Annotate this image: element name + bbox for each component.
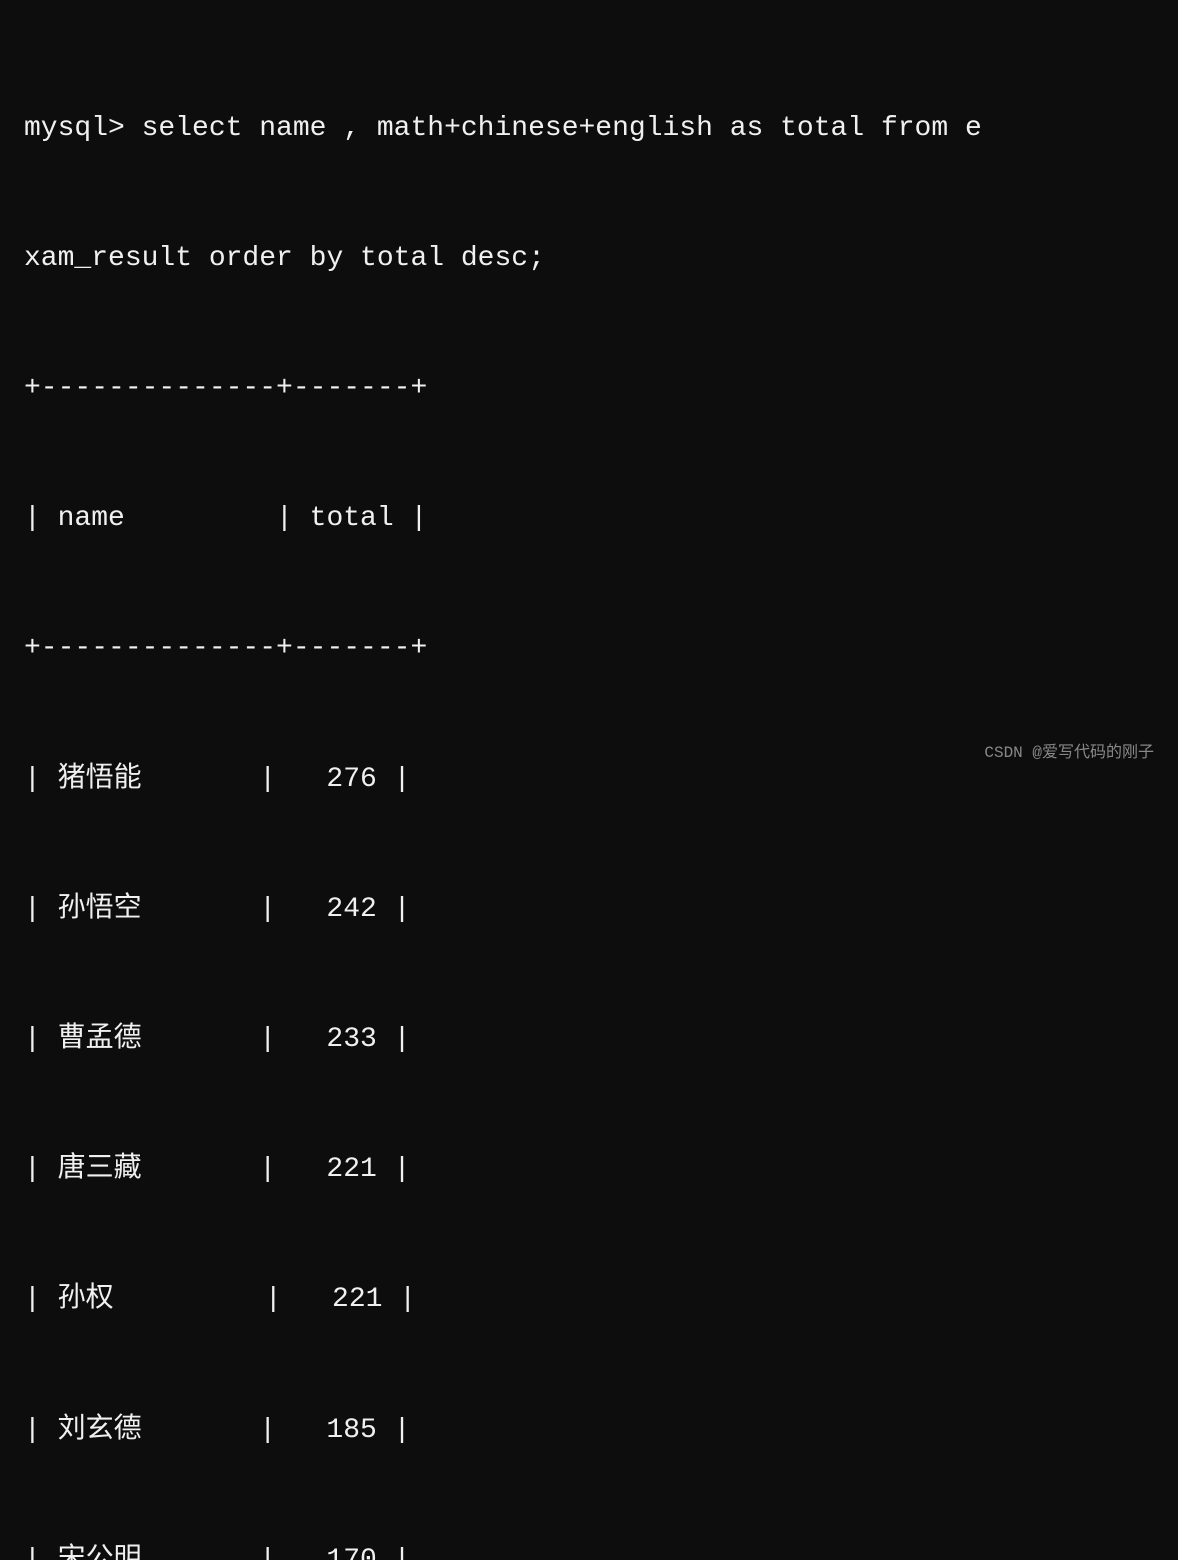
command-line-1: mysql> select name , math+chinese+englis… [24, 107, 1154, 150]
watermark: CSDN @爱写代码的刚子 [984, 738, 1154, 762]
table-row-6: | 宋公明 | 170 | [24, 1539, 1154, 1560]
table-row-1: | 孙悟空 | 242 | [24, 888, 1154, 931]
table-row-5: | 刘玄德 | 185 | [24, 1409, 1154, 1452]
table-row-3: | 唐三藏 | 221 | [24, 1148, 1154, 1191]
table-separator-top: +--------------+-------+ [24, 367, 1154, 410]
table-row-4: | 孙权 | 221 | [24, 1278, 1154, 1321]
terminal-window: mysql> select name , math+chinese+englis… [0, 0, 1178, 1560]
table-separator-header: +--------------+-------+ [24, 627, 1154, 670]
table-row-2: | 曹孟德 | 233 | [24, 1018, 1154, 1061]
table-row-0: | 猪悟能 | 276 | [24, 758, 1154, 801]
command-line-2: xam_result order by total desc; [24, 237, 1154, 280]
table-header: | name | total | [24, 497, 1154, 540]
